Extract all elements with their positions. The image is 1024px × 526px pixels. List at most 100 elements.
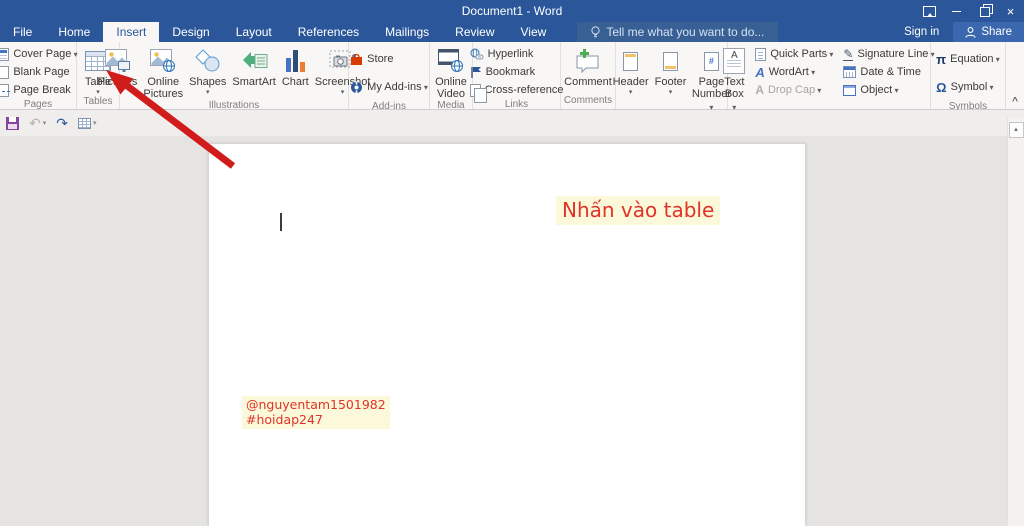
tab-home[interactable]: Home [45,22,103,42]
equation-label: Equation [950,53,1000,65]
footer-icon [663,51,679,71]
ribbon-group-header-footer: Header Footer # Page Number Header & Foo… [613,42,731,125]
window-title: Document1 - Word [461,4,563,18]
my-add-ins-label: My Add-ins [367,81,428,93]
tab-view[interactable]: View [508,22,560,42]
sign-in-button[interactable]: Sign in [890,26,953,38]
credit-text: @nguyentam1501982 #hoidap247 [242,396,390,429]
ribbon-display-options-button[interactable] [916,0,943,22]
bookmark-label: Bookmark [485,66,536,78]
footer-button[interactable]: Footer [652,45,690,96]
equation-button[interactable]: π Equation [933,50,1003,68]
tab-design[interactable]: Design [159,22,222,42]
comment-label: Comment [564,76,612,88]
smartart-button[interactable]: SmartArt [229,45,278,88]
tell-me-box[interactable]: Tell me what you want to do... [577,22,779,42]
text-box-button[interactable]: A Text Box [720,45,748,114]
pictures-button[interactable]: Pictures [95,45,141,88]
bookmark-button[interactable]: Bookmark [467,63,567,81]
chart-button[interactable]: Chart [279,45,312,88]
blank-page-icon [0,65,10,79]
comment-button[interactable]: Comment [561,45,615,88]
ribbon-group-illustrations: Pictures Online Pictures Shapes SmartArt… [98,42,370,111]
drop-cap-button[interactable]: A Drop Cap [752,81,836,99]
ribbon-group-links: Hyperlink Bookmark Cross-reference Links [469,42,563,110]
ribbon-group-addins: Store My Add-ins Add-ins [347,42,431,112]
tab-references[interactable]: References [285,22,372,42]
date-time-button[interactable]: Date & Time [840,63,937,81]
shapes-icon [195,49,220,72]
close-icon: × [1006,3,1015,19]
shapes-label: Shapes [189,76,226,96]
symbol-label: Symbol [951,81,994,93]
smartart-icon [242,52,268,68]
online-pictures-button[interactable]: Online Pictures [140,45,186,100]
ribbon-tab-bar: File Home Insert Design Layout Reference… [0,22,1024,42]
signature-line-icon: ✎ [843,46,854,61]
text-box-icon: A [723,48,746,74]
wordart-button[interactable]: A WordArt [752,63,836,81]
page-break-button[interactable]: Page Break [0,81,81,99]
blank-page-button[interactable]: Blank Page [0,63,81,81]
store-button[interactable]: Store [347,50,431,68]
signature-line-button[interactable]: ✎ Signature Line [840,45,937,63]
header-icon [623,51,639,71]
scroll-up-button[interactable]: ▲ [1008,122,1024,138]
ribbon-group-pages: Cover Page Blank Page Page Break Pages [0,42,77,110]
undo-button[interactable]: ↶ ▾ [29,115,46,132]
save-icon [6,116,19,130]
date-time-label: Date & Time [860,66,921,78]
account-area: Sign in Share [890,22,1024,42]
symbol-button[interactable]: Ω Symbol [933,78,1003,96]
tab-review[interactable]: Review [442,22,507,42]
collapse-ribbon-button[interactable]: ^ [1012,96,1018,107]
tab-mailings[interactable]: Mailings [372,22,442,42]
word-window: Document1 - Word × File Home Insert Desi… [0,0,1024,526]
pictures-icon [104,49,130,72]
drop-cap-icon: A [755,83,764,97]
my-add-ins-button[interactable]: My Add-ins [347,78,431,96]
quick-parts-icon [755,47,767,61]
blank-page-label: Blank Page [13,66,70,78]
page-number-icon: # [703,51,719,71]
object-label: Object [860,84,898,96]
tab-insert[interactable]: Insert [103,22,160,42]
equation-icon: π [936,51,947,67]
text-cursor [280,213,282,231]
ribbon-group-comments: Comment Comments [561,42,616,109]
restore-button[interactable] [970,0,997,22]
shapes-button[interactable]: Shapes [186,45,229,96]
drop-cap-label: Drop Cap [768,84,821,96]
my-add-ins-icon [351,81,363,93]
redo-button[interactable]: ↷ [56,115,68,132]
quick-parts-button[interactable]: Quick Parts [752,45,836,63]
hyperlink-label: Hyperlink [487,48,534,60]
credit-line-1: @nguyentam1501982 [246,397,386,412]
minimize-button[interactable] [943,0,970,22]
object-button[interactable]: Object [840,81,937,99]
header-button[interactable]: Header [610,45,652,96]
scroll-up-icon: ▲ [1013,127,1019,133]
bookmark-icon [470,67,481,78]
online-video-button[interactable]: Online Video [432,45,470,100]
tab-layout[interactable]: Layout [223,22,285,42]
text-box-label: Text Box [723,76,745,114]
close-button[interactable]: × [997,0,1024,22]
share-button[interactable]: Share [953,22,1024,42]
group-label-tables: Tables [83,96,113,107]
pictures-label: Pictures [97,76,138,88]
save-button[interactable] [6,116,19,130]
cover-page-label: Cover Page [13,48,77,60]
chart-label: Chart [281,76,309,88]
comment-icon [576,49,599,74]
cover-page-icon [0,47,10,61]
store-icon [351,53,363,65]
cross-reference-button[interactable]: Cross-reference [467,81,567,103]
tab-file[interactable]: File [0,22,45,42]
document-page[interactable]: Nhấn vào table @nguyentam1501982 #hoidap… [208,143,806,526]
customize-qat-button[interactable]: ▾ [77,117,97,129]
hyperlink-button[interactable]: Hyperlink [467,45,567,63]
vertical-scrollbar[interactable]: ▲ [1007,118,1024,526]
cover-page-button[interactable]: Cover Page [0,45,81,63]
cross-reference-label: Cross-reference [484,84,564,96]
